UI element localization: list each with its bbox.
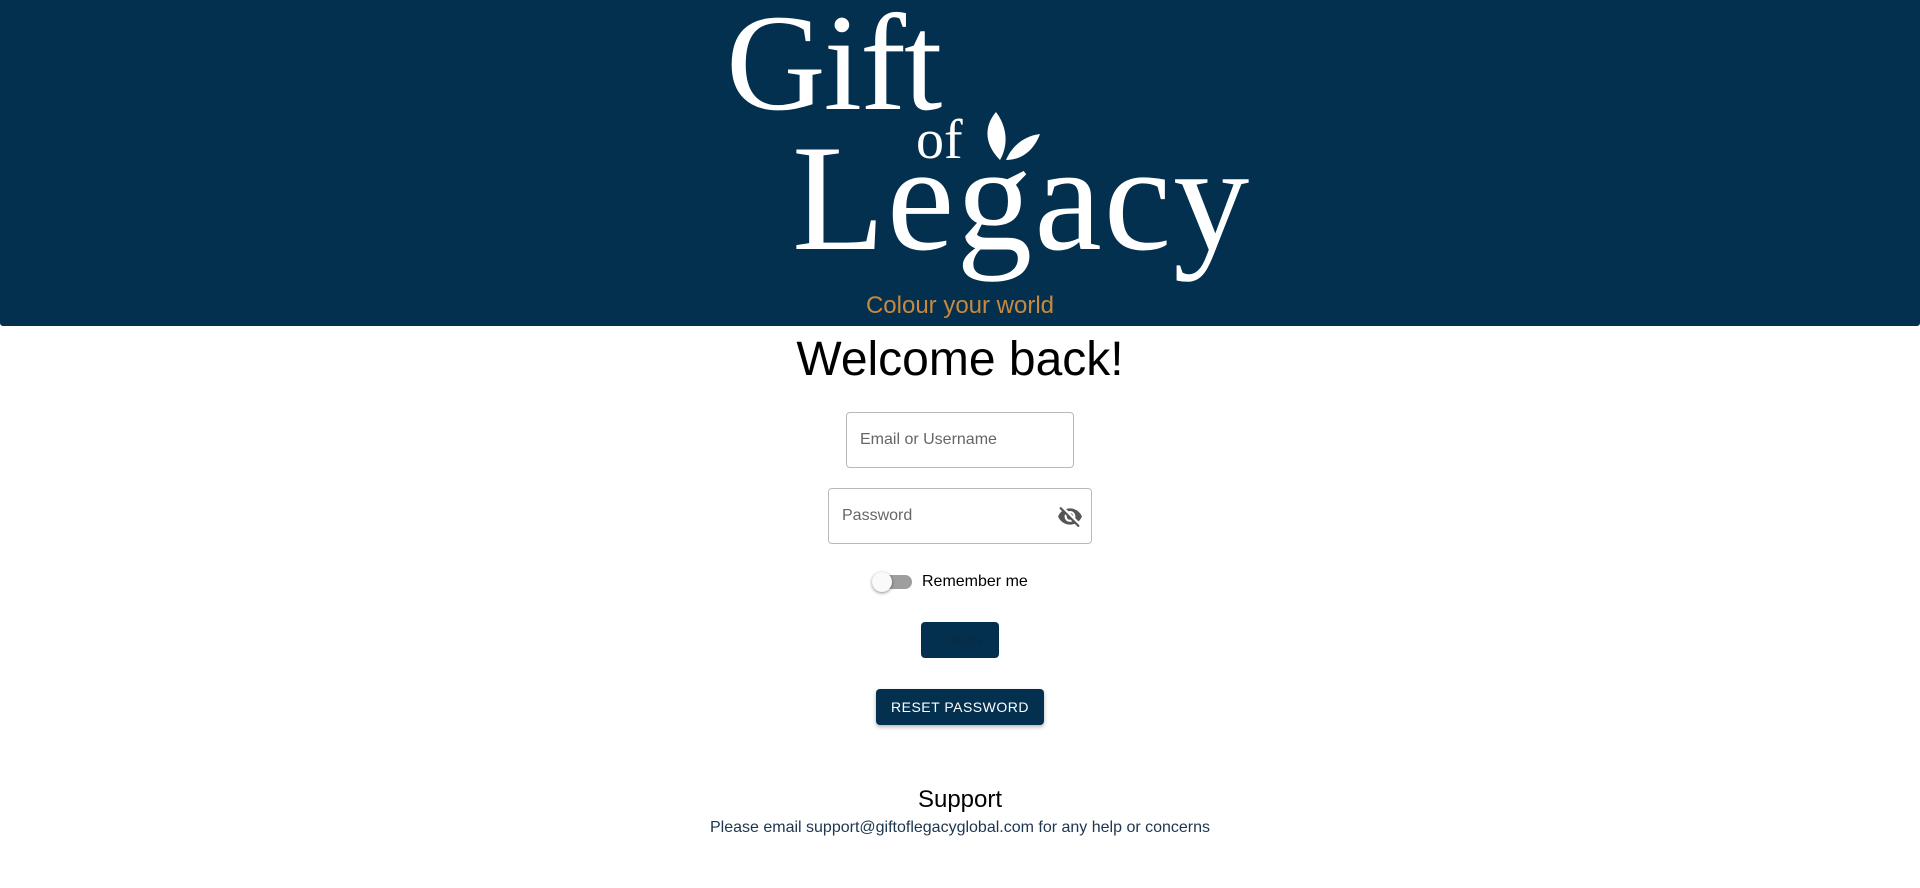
reset-password-button[interactable]: RESET PASSWORD xyxy=(876,689,1044,725)
remember-me-label: Remember me xyxy=(922,573,1028,590)
email-field[interactable] xyxy=(846,412,1074,468)
support-text: Please email support@giftoflegacyglobal.… xyxy=(709,819,1211,836)
page-title: Welcome back! xyxy=(796,333,1124,386)
email-input[interactable] xyxy=(847,413,1073,467)
password-input[interactable] xyxy=(829,489,1091,543)
remember-me-toggle[interactable] xyxy=(872,570,912,594)
remember-me-row: Remember me xyxy=(870,570,1070,594)
support-heading: Support xyxy=(917,786,1003,813)
gift-of-legacy-logo: Gift of Legacy xyxy=(720,0,1249,300)
eye-off-icon[interactable] xyxy=(1057,504,1083,530)
header-banner: Gift of Legacy Colour your world xyxy=(0,0,1920,326)
tagline: Colour your world xyxy=(865,292,1055,319)
toggle-thumb xyxy=(872,572,892,592)
leaf-icon xyxy=(987,112,1040,160)
logo-word-gift: Gift xyxy=(726,0,942,139)
login-button[interactable]: Login xyxy=(921,622,999,658)
password-field[interactable] xyxy=(828,488,1092,544)
